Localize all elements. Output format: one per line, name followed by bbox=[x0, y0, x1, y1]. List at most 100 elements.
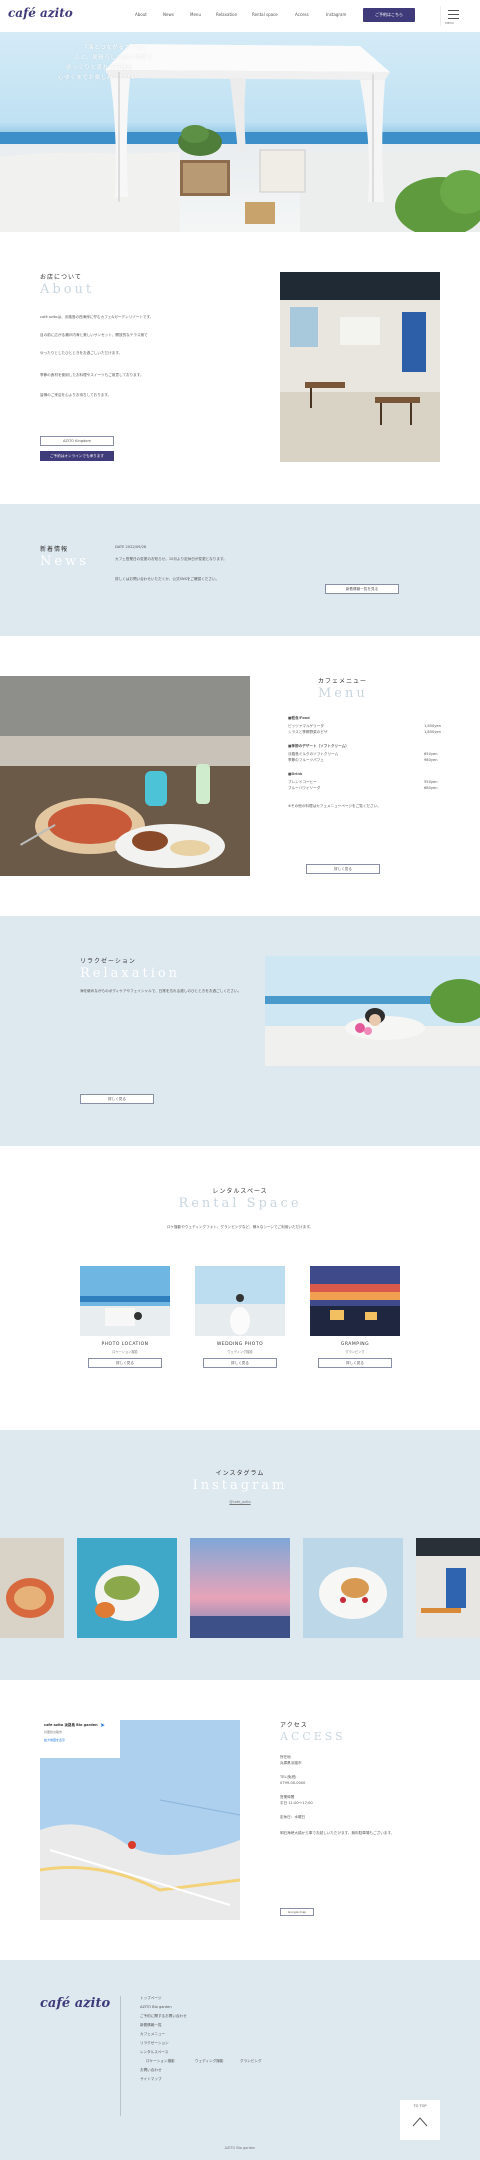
about-reserve-button[interactable]: ご予約はオンラインでも承ります bbox=[40, 451, 114, 461]
footer-link-bio-garden[interactable]: AZITO Bio garden bbox=[140, 2005, 172, 2009]
hero-line-1: 『海とつながるカフェ』 bbox=[82, 45, 149, 51]
rental-card-label: WEDDING PHOTO bbox=[216, 1342, 264, 1347]
menu-item-name: ピッツァマルゲリータ bbox=[288, 724, 324, 728]
rental-card-label: GRAMPING bbox=[340, 1342, 370, 1347]
access-title-ja: アクセス bbox=[280, 1722, 308, 1729]
hero-section: 『海とつながるカフェ』 ふと、見晴らしの良い場所で ゆっくりと流れる時間を 心ゆ… bbox=[0, 32, 480, 232]
google-map-button[interactable]: Google map bbox=[280, 1908, 314, 1916]
footer-logo[interactable]: café azito bbox=[40, 1996, 110, 2011]
nav-relaxation[interactable]: Relaxation bbox=[216, 12, 237, 17]
footer-link-relaxation[interactable]: リラクゼーション bbox=[140, 2041, 169, 2046]
about-title-ja: お店について bbox=[40, 274, 82, 281]
rental-photo-location-button[interactable]: 詳しく見る bbox=[88, 1358, 162, 1368]
rental-section: レンタルスペース Rental Space ロケ撮影やウェディングフォト、グラン… bbox=[0, 1146, 480, 1430]
map-enlarge-link[interactable]: 拡大地図を表示 bbox=[44, 1738, 65, 1742]
menu-item-name: 季節のフルーツパフェ bbox=[288, 758, 324, 762]
nav-rental-space[interactable]: Rental space bbox=[252, 12, 278, 17]
menu-item-price: 1,650yen bbox=[424, 724, 441, 728]
map-place-name: cafe azito 淡路島 Bio garden bbox=[44, 1723, 98, 1727]
menu-food-image bbox=[0, 676, 250, 876]
relax-title-en: Relaxation bbox=[80, 966, 181, 981]
instagram-title-en: Instagram bbox=[192, 1478, 288, 1493]
footer-link-photo-location[interactable]: ロケーション撮影 bbox=[146, 2059, 175, 2064]
footer-link-contact[interactable]: お問い合わせ bbox=[140, 2068, 162, 2073]
footer-link-reservation[interactable]: ご予約に関するお問い合わせ bbox=[140, 2014, 187, 2019]
rental-glamping-button[interactable]: 詳しく見る bbox=[318, 1358, 392, 1368]
footer-link-rental[interactable]: レンタルスペース bbox=[140, 2050, 168, 2055]
footer-link-glamping[interactable]: グランピング bbox=[240, 2059, 262, 2064]
about-section: お店について About café azitoは、淡路島の西海岸に佇むカフェ&ガ… bbox=[0, 232, 480, 504]
footer-link-menu[interactable]: カフェメニュー bbox=[140, 2032, 165, 2037]
about-paragraph-5: 皆様のご来店を心よりお待ちしております。 bbox=[40, 393, 112, 397]
news-text-2: 詳しくはお問い合わせいただくか、公式SNSをご確認ください。 bbox=[115, 577, 220, 581]
menu-item-name: ブレンドコーヒー bbox=[288, 780, 317, 784]
instagram-post-image[interactable] bbox=[416, 1538, 480, 1638]
to-top-label: TO TOP bbox=[413, 2104, 427, 2108]
menu-item-price: 650yen bbox=[424, 752, 438, 756]
photo-location-image bbox=[80, 1266, 170, 1336]
map-directions-icon[interactable]: ➤ bbox=[100, 1722, 105, 1729]
relax-more-button[interactable]: 詳しく見る bbox=[80, 1094, 154, 1104]
menu-item-price: 680yen bbox=[424, 786, 438, 790]
reserve-button[interactable]: ご予約はこちら bbox=[363, 8, 415, 22]
menu-group-heading: ■Drink bbox=[288, 772, 303, 776]
access-section: cafe azito 淡路島 Bio garden 兵庫県淡路市 拡大地図を表示… bbox=[0, 1680, 480, 1960]
footer-link-top[interactable]: トップページ bbox=[140, 1996, 162, 2001]
footer-link-news[interactable]: 新着情報一覧 bbox=[140, 2023, 162, 2028]
site-header: café azito About News Menu Relaxation Re… bbox=[0, 0, 480, 32]
menu-note: ※その他の料理はカフェメニューページをご覧ください。 bbox=[288, 804, 381, 808]
menu-item-price: 980yen bbox=[424, 758, 438, 762]
hamburger-menu-button[interactable]: MENU bbox=[440, 6, 464, 26]
instagram-post-image[interactable] bbox=[190, 1538, 290, 1638]
about-paragraph-4: 季節の食材を使用したお料理やスイーツもご用意しております。 bbox=[40, 373, 144, 377]
menu-more-button[interactable]: 詳しく見る bbox=[306, 864, 380, 874]
nav-menu[interactable]: Menu bbox=[190, 12, 201, 17]
relax-title-ja: リラクゼーション bbox=[80, 958, 136, 965]
instagram-post-image[interactable] bbox=[0, 1538, 64, 1638]
footer-copyright: AZITO Bio garden bbox=[224, 2146, 256, 2150]
rental-card-sub: ロケーション撮影 bbox=[112, 1350, 138, 1354]
instagram-title-ja: インスタグラム bbox=[215, 1470, 265, 1477]
news-section: 新着情報 News DATE 2022/09/28 カフェ営業日の変更のお知らせ… bbox=[0, 504, 480, 636]
access-map[interactable] bbox=[40, 1720, 240, 1920]
about-paragraph-3: ゆったりとしたひとときをお過ごしいただけます。 bbox=[40, 351, 123, 355]
nav-news[interactable]: News bbox=[163, 12, 174, 17]
instagram-post-image[interactable] bbox=[77, 1538, 177, 1638]
map-place-sub: 兵庫県淡路市 bbox=[44, 1730, 63, 1734]
to-top-button[interactable]: TO TOP bbox=[400, 2100, 440, 2140]
instagram-post-image[interactable] bbox=[303, 1538, 403, 1638]
news-text-1: カフェ営業日の変更のお知らせ。10月より定休日が変更となります。 bbox=[115, 557, 227, 561]
menu-item-price: 550yen bbox=[424, 780, 438, 784]
site-logo[interactable]: café azito bbox=[8, 6, 73, 20]
rental-card-sub: グランピング bbox=[345, 1350, 365, 1354]
rental-title-en: Rental Space bbox=[178, 1196, 302, 1211]
nav-about[interactable]: About bbox=[135, 12, 147, 17]
news-title-ja: 新着情報 bbox=[40, 546, 69, 553]
rental-title-ja: レンタルスペース bbox=[212, 1188, 268, 1195]
news-date: DATE 2022/09/28 bbox=[115, 545, 147, 549]
footer-link-wedding[interactable]: ウェディング撮影 bbox=[195, 2059, 224, 2064]
rental-card-label: PHOTO LOCATION bbox=[101, 1342, 149, 1347]
news-more-button[interactable]: 新着情報一覧を見る bbox=[325, 584, 399, 594]
wedding-photo-image bbox=[195, 1266, 285, 1336]
nav-access[interactable]: Access bbox=[295, 12, 309, 17]
about-title-en: About bbox=[40, 282, 95, 297]
about-paragraph-1: café azitoは、淡路島の西海岸に佇むカフェ&ガーデンリゾートです。 bbox=[40, 315, 154, 319]
instagram-section: インスタグラム Instagram @cafe_azito bbox=[0, 1430, 480, 1680]
rental-card-sub: ウェディング撮影 bbox=[227, 1350, 253, 1354]
footer-link-sitemap[interactable]: サイトマップ bbox=[140, 2077, 162, 2082]
rental-wedding-photo-button[interactable]: 詳しく見る bbox=[203, 1358, 277, 1368]
hero-line-4: 心ゆくまでお楽しみください bbox=[58, 75, 138, 81]
relaxation-image bbox=[265, 956, 480, 1066]
glamping-image bbox=[310, 1266, 400, 1336]
menu-title-ja: カフェメニュー bbox=[318, 678, 368, 685]
about-kingdom-button[interactable]: AZITO Kingdom bbox=[40, 436, 114, 446]
nav-instagram[interactable]: Instagram bbox=[326, 12, 346, 17]
relaxation-section: リラクゼーション Relaxation 海を眺めながらのボディケアやフェイシャル… bbox=[0, 916, 480, 1146]
access-hours: 平日 11:00〜17:00 bbox=[280, 1801, 313, 1805]
menu-section: カフェメニュー Menu ■軽食/Food ピッツァマルゲリータ 1,650ye… bbox=[0, 636, 480, 916]
access-title-en: ACCESS bbox=[280, 1730, 346, 1743]
rental-intro: ロケ撮影やウェディングフォト、グランピングなど、様々なシーンでご利用いただけます… bbox=[166, 1225, 314, 1229]
instagram-handle-link[interactable]: @cafe_azito bbox=[0, 1500, 480, 1504]
about-paragraph-2: 目の前に広がる瀬戸内海と美しいサンセット、開放的なテラス席で bbox=[40, 333, 148, 337]
